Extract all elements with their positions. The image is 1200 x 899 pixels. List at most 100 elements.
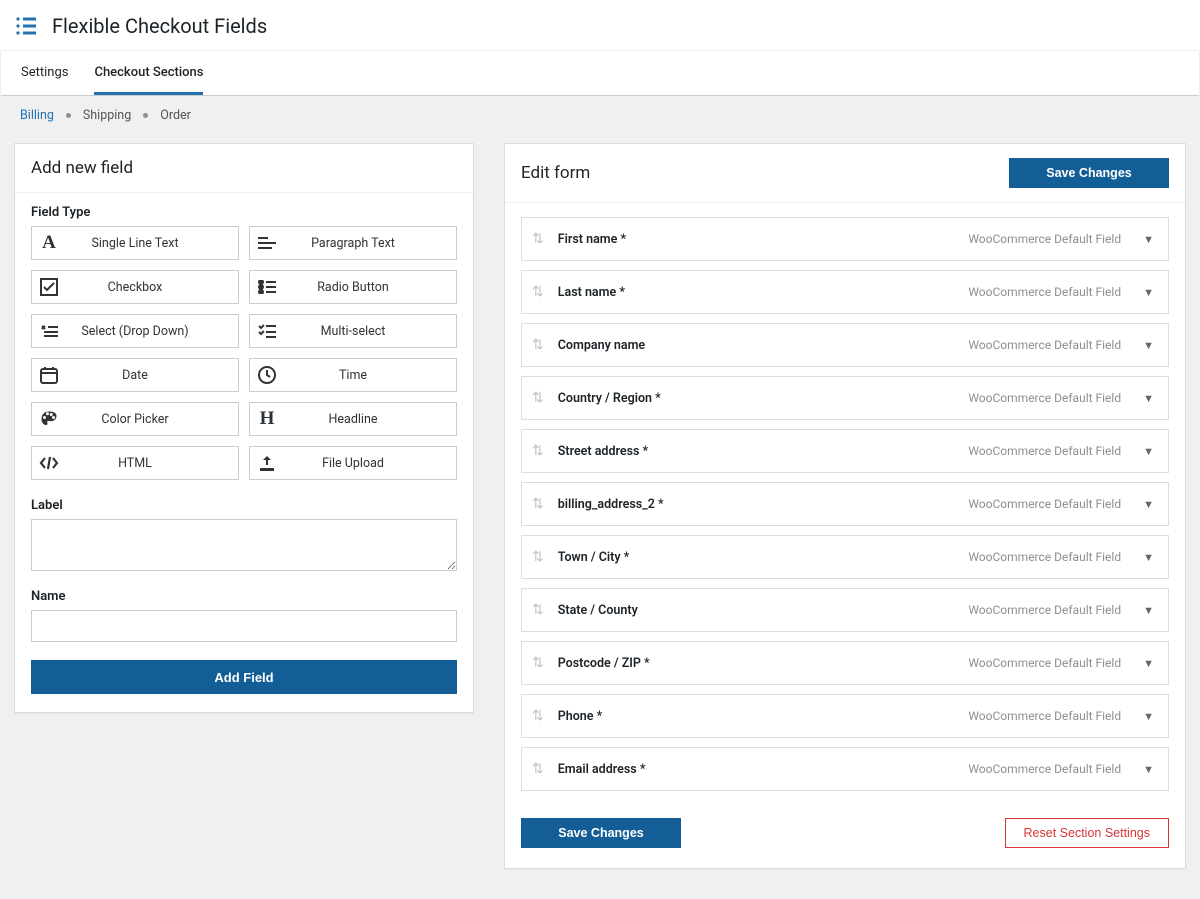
type-label: Paragraph Text	[284, 236, 456, 251]
type-checkbox[interactable]: Checkbox	[31, 270, 239, 304]
chevron-down-icon[interactable]: ▼	[1143, 392, 1154, 405]
type-label: Select (Drop Down)	[66, 324, 238, 339]
edit-form-title: Edit form	[521, 163, 590, 183]
field-row[interactable]: ⇅ Company name WooCommerce Default Field ▼	[521, 323, 1169, 367]
type-date[interactable]: Date	[31, 358, 239, 392]
type-multi-select[interactable]: Multi-select	[249, 314, 457, 348]
add-field-button[interactable]: Add Field	[31, 660, 457, 694]
chevron-down-icon[interactable]: ▼	[1143, 710, 1154, 723]
palette-icon	[32, 403, 66, 435]
name-input[interactable]	[31, 610, 457, 642]
field-row[interactable]: ⇅ Phone * WooCommerce Default Field ▼	[521, 694, 1169, 738]
field-row[interactable]: ⇅ First name * WooCommerce Default Field ▼	[521, 217, 1169, 261]
field-row-meta: WooCommerce Default Field	[968, 285, 1121, 299]
page-header: Flexible Checkout Fields	[0, 0, 1200, 50]
save-changes-bottom-button[interactable]: Save Changes	[521, 818, 681, 848]
checkbox-icon	[32, 271, 66, 303]
field-row-meta: WooCommerce Default Field	[968, 338, 1121, 352]
calendar-icon	[32, 359, 66, 391]
chevron-down-icon[interactable]: ▼	[1143, 233, 1154, 246]
drag-handle-icon[interactable]: ⇅	[532, 761, 544, 777]
edit-form-panel: Edit form Save Changes ⇅ First name * WooC…	[504, 143, 1186, 869]
field-row-label: First name *	[558, 232, 626, 247]
clock-icon	[250, 359, 284, 391]
type-color-picker[interactable]: Color Picker	[31, 402, 239, 436]
type-single-line-text[interactable]: A Single Line Text	[31, 226, 239, 260]
field-row-meta: WooCommerce Default Field	[968, 709, 1121, 723]
field-row-meta: WooCommerce Default Field	[968, 656, 1121, 670]
field-row-meta: WooCommerce Default Field	[968, 603, 1121, 617]
chevron-down-icon[interactable]: ▼	[1143, 339, 1154, 352]
drag-handle-icon[interactable]: ⇅	[532, 708, 544, 724]
type-radio-button[interactable]: Radio Button	[249, 270, 457, 304]
field-row-label: Phone *	[558, 709, 603, 724]
tab-settings[interactable]: Settings	[21, 51, 68, 95]
type-label: Color Picker	[66, 412, 238, 427]
label-input[interactable]	[31, 519, 457, 571]
drag-handle-icon[interactable]: ⇅	[532, 496, 544, 512]
tab-bar: Settings Checkout Sections	[1, 50, 1199, 96]
field-row[interactable]: ⇅ Last name * WooCommerce Default Field ▼	[521, 270, 1169, 314]
subnav-billing[interactable]: Billing	[20, 108, 54, 123]
drag-handle-icon[interactable]: ⇅	[532, 390, 544, 406]
select-icon	[32, 315, 66, 347]
field-row-label: Country / Region *	[558, 391, 661, 406]
type-html[interactable]: HTML	[31, 446, 239, 480]
dot-separator	[143, 113, 148, 118]
type-headline[interactable]: H Headline	[249, 402, 457, 436]
drag-handle-icon[interactable]: ⇅	[532, 549, 544, 565]
field-row-meta: WooCommerce Default Field	[968, 391, 1121, 405]
field-row-label: State / County	[558, 603, 638, 618]
type-label: File Upload	[284, 456, 456, 471]
chevron-down-icon[interactable]: ▼	[1143, 763, 1154, 776]
chevron-down-icon[interactable]: ▼	[1143, 551, 1154, 564]
type-file-upload[interactable]: File Upload	[249, 446, 457, 480]
chevron-down-icon[interactable]: ▼	[1143, 445, 1154, 458]
reset-section-button[interactable]: Reset Section Settings	[1005, 818, 1169, 848]
field-row-label: Street address *	[558, 444, 648, 459]
type-label: HTML	[66, 456, 238, 471]
field-row-label: Last name *	[558, 285, 625, 300]
drag-handle-icon[interactable]: ⇅	[532, 443, 544, 459]
type-time[interactable]: Time	[249, 358, 457, 392]
chevron-down-icon[interactable]: ▼	[1143, 657, 1154, 670]
add-field-title: Add new field	[31, 158, 133, 178]
field-row[interactable]: ⇅ Country / Region * WooCommerce Default F…	[521, 376, 1169, 420]
field-row-label: Town / City *	[558, 550, 630, 565]
type-select[interactable]: Select (Drop Down)	[31, 314, 239, 348]
type-label: Multi-select	[284, 324, 456, 339]
name-label: Name	[31, 589, 457, 604]
field-row[interactable]: ⇅Email address *WooCommerce Default Fiel…	[521, 747, 1169, 791]
field-row[interactable]: ⇅ Town / City * WooCommerce Default Field ▼	[521, 535, 1169, 579]
field-row[interactable]: ⇅Street address *WooCommerce Default Fie…	[521, 429, 1169, 473]
dot-separator	[66, 113, 71, 118]
subnav-shipping[interactable]: Shipping	[83, 108, 131, 123]
field-type-grid: A Single Line Text Paragraph Text Checkb…	[31, 226, 457, 480]
field-row-label: billing_address_2 *	[558, 497, 664, 512]
type-label: Date	[66, 368, 238, 383]
chevron-down-icon[interactable]: ▼	[1143, 498, 1154, 511]
type-label: Checkbox	[66, 280, 238, 295]
sub-nav: Billing Shipping Order	[0, 96, 1200, 133]
drag-handle-icon[interactable]: ⇅	[532, 655, 544, 671]
paragraph-icon	[250, 227, 284, 259]
field-row[interactable]: ⇅Postcode / ZIP *WooCommerce Default Fie…	[521, 641, 1169, 685]
chevron-down-icon[interactable]: ▼	[1143, 604, 1154, 617]
field-row-label: Company name	[558, 338, 645, 353]
field-row-meta: WooCommerce Default Field	[968, 550, 1121, 564]
radio-icon	[250, 271, 284, 303]
type-label: Single Line Text	[66, 236, 238, 251]
save-changes-top-button[interactable]: Save Changes	[1009, 158, 1169, 188]
field-row-meta: WooCommerce Default Field	[968, 232, 1121, 246]
chevron-down-icon[interactable]: ▼	[1143, 286, 1154, 299]
drag-handle-icon[interactable]: ⇅	[532, 602, 544, 618]
type-paragraph-text[interactable]: Paragraph Text	[249, 226, 457, 260]
drag-handle-icon[interactable]: ⇅	[532, 284, 544, 300]
field-row[interactable]: ⇅ State / County WooCommerce Default Field…	[521, 588, 1169, 632]
drag-handle-icon[interactable]: ⇅	[532, 231, 544, 247]
subnav-order[interactable]: Order	[160, 108, 191, 123]
field-row-meta: WooCommerce Default Field	[968, 497, 1121, 511]
field-row[interactable]: ⇅ billing_address_2 * WooCommerce Default …	[521, 482, 1169, 526]
drag-handle-icon[interactable]: ⇅	[532, 337, 544, 353]
tab-checkout-sections[interactable]: Checkout Sections	[94, 51, 203, 95]
